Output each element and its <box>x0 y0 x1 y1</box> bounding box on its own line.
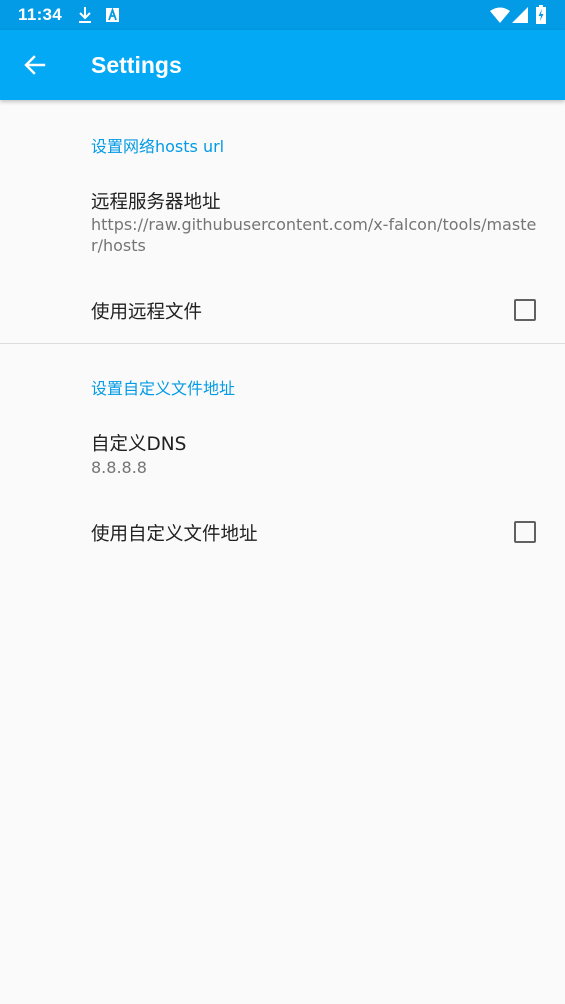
status-time: 11:34 <box>18 5 63 24</box>
use-custom-file-address-checkbox[interactable] <box>514 521 536 543</box>
pref-custom-dns[interactable]: 自定义DNS 8.8.8.8 <box>0 414 565 494</box>
page-title: Settings <box>91 52 182 78</box>
back-button[interactable] <box>14 44 56 86</box>
category-custom-file-address: 设置自定义文件地址 <box>91 379 236 398</box>
category-hosts-url: 设置网络hosts url <box>91 137 225 156</box>
pref-use-remote-file[interactable]: 使用远程文件 <box>0 280 565 340</box>
wifi-icon <box>490 7 510 23</box>
pref-title: 使用自定义文件地址 <box>91 524 258 545</box>
arrow-left-icon <box>24 55 46 75</box>
pref-remote-server-address[interactable]: 远程服务器地址 https://raw.githubusercontent.co… <box>0 172 565 272</box>
pref-summary: https://raw.githubusercontent.com/x-falc… <box>91 215 537 255</box>
pref-title: 自定义DNS <box>91 434 187 455</box>
pref-summary: 8.8.8.8 <box>91 458 147 477</box>
a-badge-icon <box>106 8 119 22</box>
pref-use-custom-file-address[interactable]: 使用自定义文件地址 <box>0 502 565 562</box>
status-bar: 11:34 <box>0 0 565 30</box>
battery-charging-icon <box>536 5 546 24</box>
signal-icon <box>512 7 528 23</box>
pref-title: 使用远程文件 <box>91 302 203 323</box>
pref-title: 远程服务器地址 <box>91 192 221 213</box>
use-remote-file-checkbox[interactable] <box>514 299 536 321</box>
download-icon <box>79 7 91 23</box>
section-divider <box>0 343 565 344</box>
app-bar: Settings <box>0 30 565 100</box>
